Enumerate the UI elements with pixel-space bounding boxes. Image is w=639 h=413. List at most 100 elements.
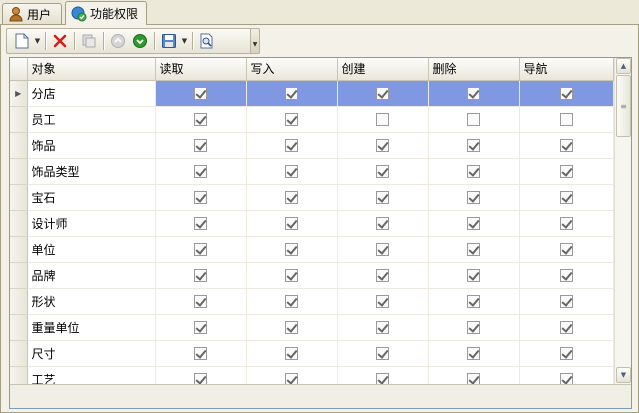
save-button[interactable] — [158, 30, 180, 52]
table-row[interactable]: 重量单位 — [10, 314, 614, 341]
permission-checkbox[interactable] — [467, 165, 480, 178]
table-row[interactable]: 员工 — [10, 106, 614, 133]
row-indicator[interactable] — [10, 158, 28, 185]
permission-checkbox[interactable] — [194, 269, 207, 282]
object-name-cell[interactable]: 宝石 — [27, 184, 156, 211]
row-indicator[interactable]: ▶ — [10, 80, 28, 107]
row-indicator[interactable] — [10, 288, 28, 315]
object-name-cell[interactable]: 单位 — [27, 236, 156, 263]
row-indicator[interactable] — [10, 184, 28, 211]
object-name-cell[interactable]: 尺寸 — [27, 340, 156, 367]
permission-checkbox[interactable] — [194, 347, 207, 360]
new-dropdown-arrow[interactable]: ▼ — [33, 30, 42, 52]
table-row[interactable]: 形状 — [10, 288, 614, 315]
object-name-cell[interactable]: 设计师 — [27, 210, 156, 237]
permission-checkbox[interactable] — [285, 113, 298, 126]
permission-checkbox[interactable] — [285, 87, 298, 100]
permission-checkbox[interactable] — [559, 217, 573, 230]
permission-checkbox[interactable] — [194, 191, 207, 204]
object-name-cell[interactable]: 员工 — [27, 106, 156, 133]
permission-checkbox[interactable] — [559, 191, 573, 204]
permission-checkbox[interactable] — [285, 295, 298, 308]
column-header-create[interactable]: 创建 — [337, 58, 429, 81]
permission-checkbox[interactable] — [559, 269, 573, 282]
permission-checkbox[interactable] — [376, 217, 389, 230]
toolbar-overflow-button[interactable]: ▼ — [250, 28, 260, 54]
permission-checkbox[interactable] — [376, 113, 389, 126]
move-down-button[interactable] — [129, 30, 151, 52]
permission-checkbox[interactable] — [559, 243, 573, 256]
permission-checkbox[interactable] — [376, 87, 389, 100]
permission-checkbox[interactable] — [467, 139, 480, 152]
permission-checkbox[interactable] — [285, 165, 298, 178]
horizontal-scrollbar[interactable] — [10, 384, 631, 408]
permission-checkbox[interactable] — [467, 347, 480, 360]
permission-checkbox[interactable] — [376, 347, 389, 360]
column-header-read[interactable]: 读取 — [155, 58, 247, 81]
row-indicator[interactable] — [10, 210, 28, 237]
permission-checkbox[interactable] — [285, 217, 298, 230]
row-indicator[interactable] — [10, 106, 28, 133]
copy-button[interactable] — [78, 30, 100, 52]
permission-checkbox[interactable] — [559, 321, 573, 334]
permission-checkbox[interactable] — [285, 191, 298, 204]
permission-checkbox[interactable] — [559, 113, 573, 126]
row-indicator[interactable] — [10, 340, 28, 367]
tab-permissions[interactable]: 功能权限 — [65, 1, 147, 25]
permission-checkbox[interactable] — [467, 87, 480, 100]
object-name-cell[interactable]: 饰品类型 — [27, 158, 156, 185]
permission-checkbox[interactable] — [194, 295, 207, 308]
table-row[interactable]: 宝石 — [10, 184, 614, 211]
permission-checkbox[interactable] — [467, 191, 480, 204]
new-button[interactable] — [11, 30, 33, 52]
delete-button[interactable] — [49, 30, 71, 52]
row-indicator[interactable] — [10, 236, 28, 263]
permission-checkbox[interactable] — [467, 113, 480, 126]
column-header-object[interactable]: 对象 — [27, 58, 156, 81]
permission-checkbox[interactable] — [467, 321, 480, 334]
row-indicator[interactable] — [10, 132, 28, 159]
permission-checkbox[interactable] — [467, 243, 480, 256]
scroll-down-button[interactable]: ▼ — [616, 367, 631, 383]
permission-checkbox[interactable] — [376, 191, 389, 204]
permission-checkbox[interactable] — [285, 321, 298, 334]
preview-button[interactable] — [196, 30, 218, 52]
object-name-cell[interactable]: 分店 — [27, 80, 156, 107]
scroll-thumb[interactable]: ≡ — [616, 75, 631, 137]
permission-checkbox[interactable] — [376, 139, 389, 152]
permission-checkbox[interactable] — [376, 321, 389, 334]
permission-checkbox[interactable] — [559, 347, 573, 360]
table-row[interactable]: 饰品类型 — [10, 158, 614, 185]
table-row[interactable]: 尺寸 — [10, 340, 614, 367]
table-row[interactable]: 设计师 — [10, 210, 614, 237]
permission-checkbox[interactable] — [194, 165, 207, 178]
column-header-delete[interactable]: 删除 — [428, 58, 520, 81]
save-dropdown-arrow[interactable]: ▼ — [180, 30, 189, 52]
vertical-scrollbar[interactable]: ▲ ≡ ▼ — [614, 58, 631, 384]
object-name-cell[interactable]: 品牌 — [27, 262, 156, 289]
permission-checkbox[interactable] — [194, 113, 207, 126]
permission-checkbox[interactable] — [467, 217, 480, 230]
permission-checkbox[interactable] — [376, 243, 389, 256]
column-header-navigate[interactable]: 导航 — [519, 58, 614, 81]
table-row[interactable]: ▶ 分店 — [10, 80, 614, 107]
object-name-cell[interactable]: 形状 — [27, 288, 156, 315]
permission-checkbox[interactable] — [194, 87, 207, 100]
move-up-button[interactable] — [107, 30, 129, 52]
object-name-cell[interactable]: 饰品 — [27, 132, 156, 159]
permission-checkbox[interactable] — [467, 269, 480, 282]
permission-checkbox[interactable] — [559, 87, 573, 100]
permission-checkbox[interactable] — [559, 139, 573, 152]
object-name-cell[interactable]: 重量单位 — [27, 314, 156, 341]
table-row[interactable]: 饰品 — [10, 132, 614, 159]
scroll-up-button[interactable]: ▲ — [616, 58, 631, 74]
permission-checkbox[interactable] — [285, 347, 298, 360]
permission-checkbox[interactable] — [285, 243, 298, 256]
permission-checkbox[interactable] — [194, 217, 207, 230]
table-row[interactable]: 品牌 — [10, 262, 614, 289]
permission-checkbox[interactable] — [376, 165, 389, 178]
row-indicator[interactable] — [10, 262, 28, 289]
row-indicator[interactable] — [10, 314, 28, 341]
permission-checkbox[interactable] — [376, 269, 389, 282]
permission-checkbox[interactable] — [285, 269, 298, 282]
